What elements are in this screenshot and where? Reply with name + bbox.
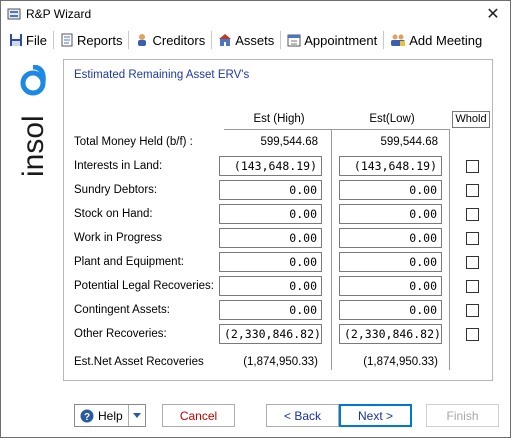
help-icon: ? [80, 409, 94, 423]
next-button[interactable]: Next > [339, 404, 412, 427]
header-divider [224, 129, 450, 130]
assets-icon [219, 34, 232, 46]
column-divider [449, 130, 450, 370]
toolbar-file-label: File [26, 32, 47, 48]
cancel-button[interactable]: Cancel [162, 404, 235, 427]
toolbar-creditors-label: Creditors [152, 32, 206, 48]
creditors-icon [138, 34, 147, 46]
stock-on-hand-high-input[interactable]: 0.00 [219, 204, 322, 224]
svg-text:?: ? [84, 412, 90, 423]
sundry-debtors-whold-checkbox[interactable] [466, 184, 479, 197]
row-label-other-recoveries: Other Recoveries: [74, 328, 167, 340]
column-header-whold: Whold [452, 111, 490, 128]
toolbar-appointment[interactable]: Appointment [283, 29, 381, 51]
interests-in-land-whold-checkbox[interactable] [466, 160, 479, 173]
toolbar-add-meeting[interactable]: Add Meeting [386, 29, 486, 51]
toolbar-add-meeting-label: Add Meeting [409, 32, 483, 48]
svg-text:insol: insol [17, 115, 50, 177]
row-label-contingent-assets: Contingent Assets: [74, 304, 170, 316]
net-asset-recoveries-low: (1,874,950.33) [363, 356, 438, 368]
add-meeting-icon [391, 34, 406, 46]
close-button[interactable]: ✕ [476, 1, 510, 27]
total-money-high: 599,544.68 [260, 136, 318, 148]
plant-and-equipment-whold-checkbox[interactable] [466, 256, 479, 269]
reports-icon [61, 33, 73, 47]
contingent-assets-low-input[interactable]: 0.00 [339, 300, 442, 320]
toolbar-file[interactable]: File [5, 29, 51, 51]
finish-button[interactable]: Finish [426, 404, 499, 427]
toolbar-assets[interactable]: Assets [214, 29, 278, 51]
potential-legal-recoveries-whold-checkbox[interactable] [466, 280, 479, 293]
toolbar-separator [211, 31, 213, 49]
other-recoveries-whold-checkbox[interactable] [466, 328, 479, 341]
toolbar-reports[interactable]: Reports [56, 29, 127, 51]
work-in-progress-high-input[interactable]: 0.00 [219, 228, 322, 248]
potential-legal-recoveries-high-input[interactable]: 0.00 [219, 276, 322, 296]
row-label-interests-in-land: Interests in Land: [74, 160, 163, 172]
toolbar-assets-label: Assets [235, 32, 275, 48]
interests-in-land-low-input[interactable]: (143,648.19) [339, 156, 442, 176]
toolbar-separator [383, 31, 385, 49]
toolbar-separator [128, 31, 130, 49]
row-label-plant-and-equipment: Plant and Equipment: [74, 256, 184, 268]
plant-and-equipment-high-input[interactable]: 0.00 [219, 252, 322, 272]
net-asset-recoveries-high: (1,874,950.33) [243, 356, 318, 368]
other-recoveries-high-input[interactable]: (2,330,846.82) [219, 324, 322, 344]
contingent-assets-high-input[interactable]: 0.00 [219, 300, 322, 320]
row-label-stock-on-hand: Stock on Hand: [74, 208, 153, 220]
help-button-label: Help [98, 408, 123, 423]
column-header-est-high: Est (High) [253, 113, 305, 125]
contingent-assets-whold-checkbox[interactable] [466, 304, 479, 317]
toolbar-creditors[interactable]: Creditors [131, 29, 209, 51]
column-divider [331, 130, 332, 370]
row-label-work-in-progress: Work in Progress [74, 232, 162, 244]
next-button-label: Next > [357, 408, 393, 423]
column-header-est-low: Est(Low) [369, 113, 415, 125]
chevron-down-icon [133, 413, 141, 418]
insol6-logo: insol [17, 65, 50, 177]
stock-on-hand-low-input[interactable]: 0.00 [339, 204, 442, 224]
row-label-sundry-debtors: Sundry Debtors: [74, 184, 158, 196]
appointment-icon [287, 34, 301, 47]
toolbar-separator [52, 31, 54, 49]
total-money-label: Total Money Held (b/f) : [74, 136, 193, 148]
sundry-debtors-high-input[interactable]: 0.00 [219, 180, 322, 200]
stock-on-hand-whold-checkbox[interactable] [466, 208, 479, 221]
asset-erv-panel: Estimated Remaining Asset ERV's Est (Hig… [63, 59, 493, 381]
panel-title: Estimated Remaining Asset ERV's [74, 69, 250, 81]
close-icon: ✕ [486, 6, 500, 23]
save-icon [10, 34, 22, 46]
work-in-progress-whold-checkbox[interactable] [466, 232, 479, 245]
potential-legal-recoveries-low-input[interactable]: 0.00 [339, 276, 442, 296]
toolbar-separator [280, 31, 282, 49]
work-in-progress-low-input[interactable]: 0.00 [339, 228, 442, 248]
other-recoveries-low-input[interactable]: (2,330,846.82) [339, 324, 442, 344]
total-money-low: 599,544.68 [380, 136, 438, 148]
interests-in-land-high-input[interactable]: (143,648.19) [219, 156, 322, 176]
toolbar: File Reports Creditors Assets Appointmen… [1, 28, 510, 52]
rp-wizard-window: R&P Wizard ✕ File Reports Creditors Asse… [0, 0, 511, 438]
app-icon [7, 8, 21, 20]
finish-button-label: Finish [446, 408, 479, 423]
back-button[interactable]: < Back [266, 404, 339, 427]
toolbar-appointment-label: Appointment [304, 32, 378, 48]
toolbar-reports-label: Reports [76, 32, 123, 48]
cancel-button-label: Cancel [179, 408, 218, 423]
net-asset-recoveries-label: Est.Net Asset Recoveries [74, 356, 204, 368]
back-button-label: < Back [283, 408, 322, 423]
title-bar: R&P Wizard ✕ [1, 1, 510, 27]
plant-and-equipment-low-input[interactable]: 0.00 [339, 252, 442, 272]
help-button[interactable]: ? Help [74, 404, 146, 427]
sundry-debtors-low-input[interactable]: 0.00 [339, 180, 442, 200]
window-title: R&P Wizard [26, 7, 92, 21]
row-label-potential-legal-recoveries: Potential Legal Recoveries: [74, 280, 214, 292]
help-dropdown-button[interactable] [128, 405, 145, 426]
